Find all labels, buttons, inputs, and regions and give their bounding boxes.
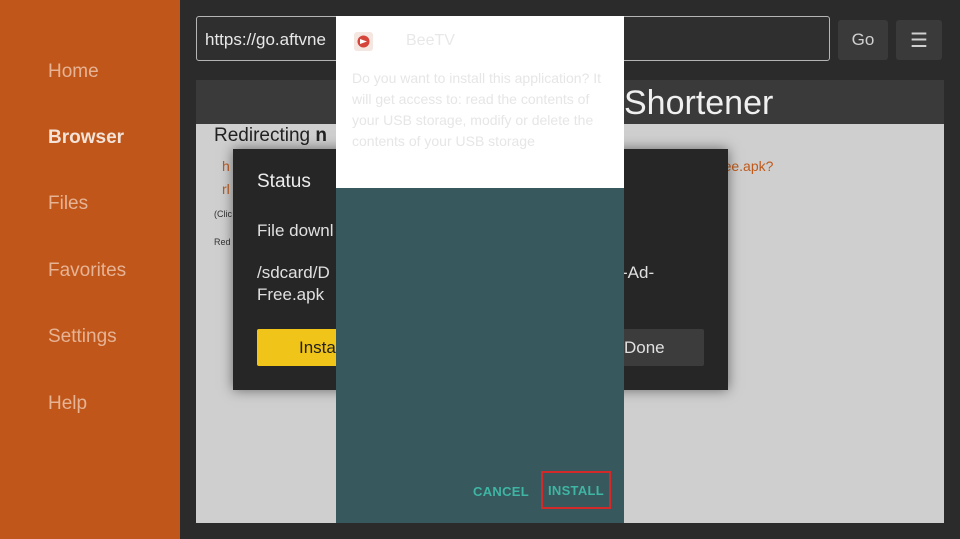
status-path-line-1-end: -Ad-	[622, 263, 655, 282]
install-button[interactable]: INSTALL	[541, 471, 611, 509]
redirecting-bold: n	[315, 125, 327, 146]
menu-icon[interactable]: ☰	[896, 20, 942, 60]
status-install-label: Insta	[299, 338, 336, 357]
status-download-text: File downl	[257, 221, 334, 240]
redirect-note-text: Red	[214, 237, 231, 247]
package-installer-dialog: BeeTV Do you want to install this applic…	[336, 16, 624, 523]
app-name: BeeTV	[406, 32, 455, 49]
cancel-button[interactable]: CANCEL	[473, 484, 529, 499]
url-text: https://go.aftvne	[205, 30, 326, 49]
sidebar-item-home[interactable]: Home	[48, 61, 99, 83]
redirect-link-fragment-2[interactable]: rl	[222, 181, 230, 197]
permission-text: Do you want to install this application?…	[352, 70, 602, 149]
sidebar-item-help[interactable]: Help	[48, 393, 87, 415]
status-path-line-2: Free.apk	[257, 285, 325, 304]
redirecting-prefix: Redirecting	[214, 125, 316, 146]
sidebar-item-favorites[interactable]: Favorites	[48, 260, 126, 282]
go-button[interactable]: Go	[838, 20, 888, 60]
sidebar-item-browser[interactable]: Browser	[48, 127, 124, 149]
status-done-label: Done	[624, 338, 665, 357]
sidebar-item-files[interactable]: Files	[48, 193, 88, 215]
redirecting-text: Redirecting n	[214, 125, 327, 147]
sidebar: Home Browser Files Favorites Settings He…	[0, 0, 180, 539]
page-title: Shortener	[624, 84, 774, 122]
status-dialog-title: Status	[257, 171, 311, 192]
click-hint-text: (Clic	[214, 209, 232, 219]
redirect-link-fragment-1[interactable]: h	[222, 158, 230, 174]
app-icon	[354, 32, 373, 51]
sidebar-item-settings[interactable]: Settings	[48, 326, 117, 348]
status-path-line-1: /sdcard/D	[257, 263, 330, 282]
